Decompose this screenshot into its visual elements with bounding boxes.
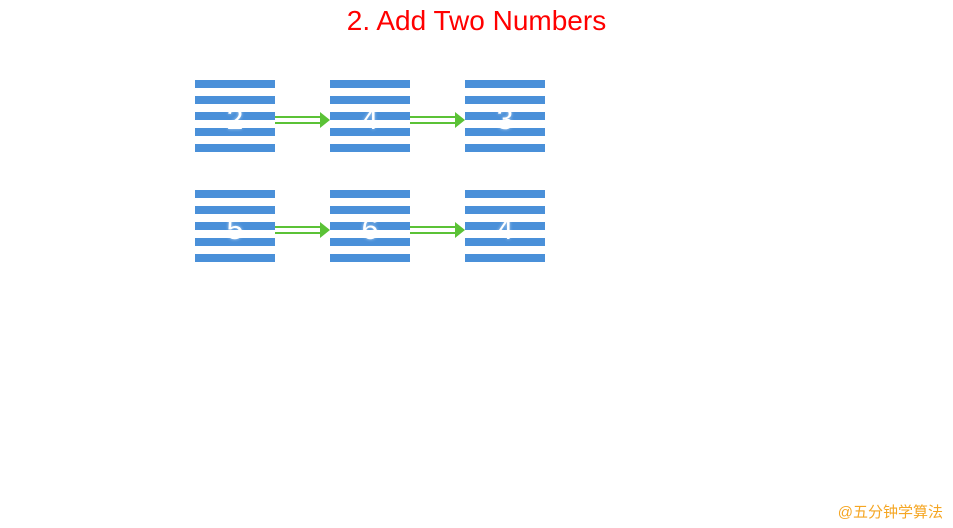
node-value: 4 bbox=[497, 213, 514, 247]
list2-node-2: 4 bbox=[465, 190, 545, 270]
watermark: @五分钟学算法 bbox=[838, 501, 943, 522]
linked-list-1: 2 4 3 bbox=[195, 80, 545, 160]
list2-node-1: 6 bbox=[330, 190, 410, 270]
list1-node-1: 4 bbox=[330, 80, 410, 160]
node-value: 3 bbox=[497, 103, 514, 137]
arrow-icon bbox=[275, 220, 330, 240]
node-value: 5 bbox=[227, 213, 244, 247]
page-title: 2. Add Two Numbers bbox=[0, 0, 953, 37]
list1-node-0: 2 bbox=[195, 80, 275, 160]
node-value: 4 bbox=[362, 103, 379, 137]
arrow-icon bbox=[410, 220, 465, 240]
list1-node-2: 3 bbox=[465, 80, 545, 160]
arrow-icon bbox=[410, 110, 465, 130]
node-value: 2 bbox=[227, 103, 244, 137]
arrow-icon bbox=[275, 110, 330, 130]
diagram-area: 2 4 3 5 bbox=[195, 80, 545, 300]
linked-list-2: 5 6 4 bbox=[195, 190, 545, 270]
list2-node-0: 5 bbox=[195, 190, 275, 270]
node-value: 6 bbox=[362, 213, 379, 247]
